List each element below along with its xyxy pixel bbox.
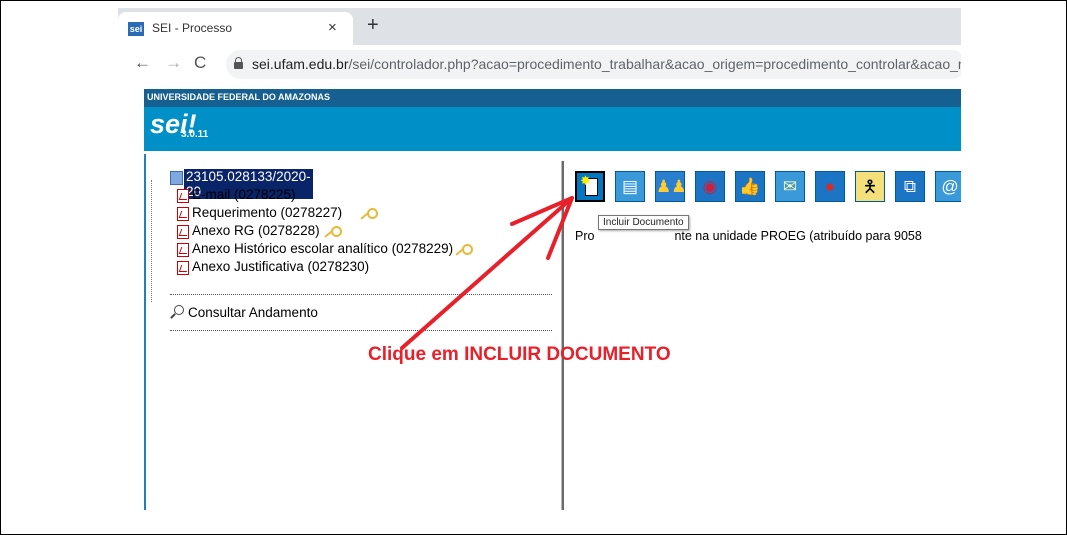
red-arrow-annotation xyxy=(400,196,574,350)
annotation-text: Clique em INCLUIR DOCUMENTO xyxy=(368,344,671,365)
